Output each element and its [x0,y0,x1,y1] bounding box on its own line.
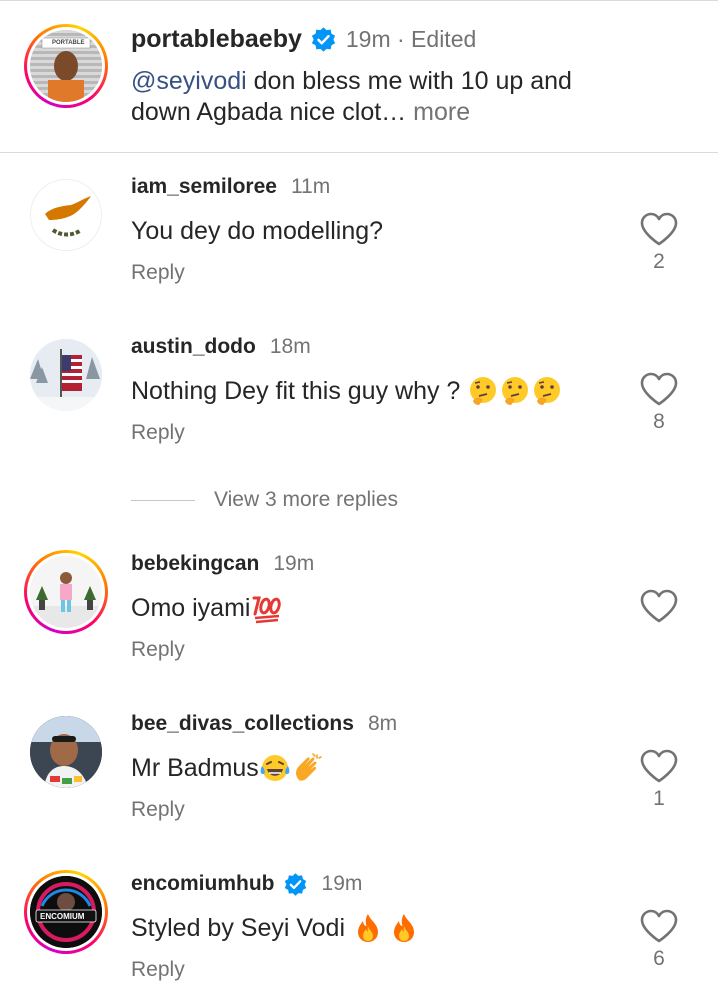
comment-time: 8m [367,712,398,735]
comment-username[interactable]: bee_divas_collections [131,712,354,736]
comment-username[interactable]: iam_semiloree [131,175,277,199]
verified-badge-icon [311,26,335,52]
caption-avatar[interactable]: PORTABLE [24,24,108,108]
like-count: 1 [653,787,665,810]
like-count: 2 [653,250,665,273]
story-ring [24,550,108,634]
heart-icon [640,749,678,783]
heart-icon [640,589,678,623]
like-count: 6 [653,947,665,970]
post-caption: PORTABLE portablebaeby 19m · Edited @sey… [0,0,718,152]
comment-avatar[interactable] [24,333,108,417]
like-button[interactable]: 6 [639,908,679,971]
encomium-logo-text: ENCOMIUM [40,912,85,921]
comment-time: 18m [269,335,311,358]
reply-button[interactable]: Reply [131,798,631,822]
thinking-face-icon [502,377,529,405]
mention-link[interactable]: @seyivodi [131,67,247,95]
reply-button[interactable]: Reply [131,261,631,285]
avatar-sign-text: PORTABLE [52,40,85,46]
comment-text: Styled by Seyi Vodi [131,912,631,944]
comment-username[interactable]: bebekingcan [131,552,259,576]
reply-button[interactable]: Reply [131,638,631,662]
cyprus-flag-icon [31,180,101,250]
caption-meta: 19m · Edited [345,25,477,52]
comment-time: 19m [321,872,363,895]
hundred-points-icon [252,596,282,624]
view-more-replies[interactable]: View 3 more replies [131,488,398,512]
more-link[interactable]: more [406,98,470,126]
fire-icon [357,914,378,942]
comment-text: You dey do modelling? [131,216,384,245]
comment-username[interactable]: austin_dodo [131,335,256,359]
fire-icon [393,914,414,942]
tears-of-joy-icon [260,755,290,781]
story-ring: ENCOMIUM [24,870,108,954]
comment-username[interactable]: encomiumhub [131,872,275,896]
heart-icon [640,372,678,406]
us-flag-icon [30,339,102,411]
comment-text: Omo iyami [131,592,631,624]
thinking-face-icon [534,377,561,405]
heart-icon [640,909,678,943]
caption-divider [0,152,718,153]
comment-avatar[interactable] [24,173,108,257]
reply-button[interactable]: Reply [131,421,631,445]
like-button[interactable] [639,588,679,627]
comment-text: Nothing Dey fit this guy why ? [131,375,631,407]
view-more-label[interactable]: View 3 more replies [214,488,398,512]
thinking-face-icon [470,377,497,405]
comment-avatar[interactable]: ENCOMIUM [24,870,108,954]
like-button[interactable]: 8 [639,371,679,434]
like-button[interactable]: 2 [639,211,679,274]
comment-time: 19m [273,552,315,575]
comment-time: 11m [290,175,331,198]
comment-text: Mr Badmus [131,752,631,784]
like-button[interactable]: 1 [639,748,679,811]
person-car-photo [30,716,102,788]
like-count: 8 [653,410,665,433]
caption-username[interactable]: portablebaeby [131,25,302,54]
caption-text: @seyivodi don bless me with 10 up and do… [131,66,601,128]
story-ring: PORTABLE [24,24,108,108]
comment-avatar[interactable] [24,710,108,794]
verified-badge-icon [284,872,306,896]
reply-button[interactable]: Reply [131,958,631,982]
heart-icon [640,212,678,246]
view-more-line [131,499,195,501]
clapping-hands-icon [295,753,322,781]
comment-avatar[interactable] [24,550,108,634]
child-photo [30,556,102,628]
